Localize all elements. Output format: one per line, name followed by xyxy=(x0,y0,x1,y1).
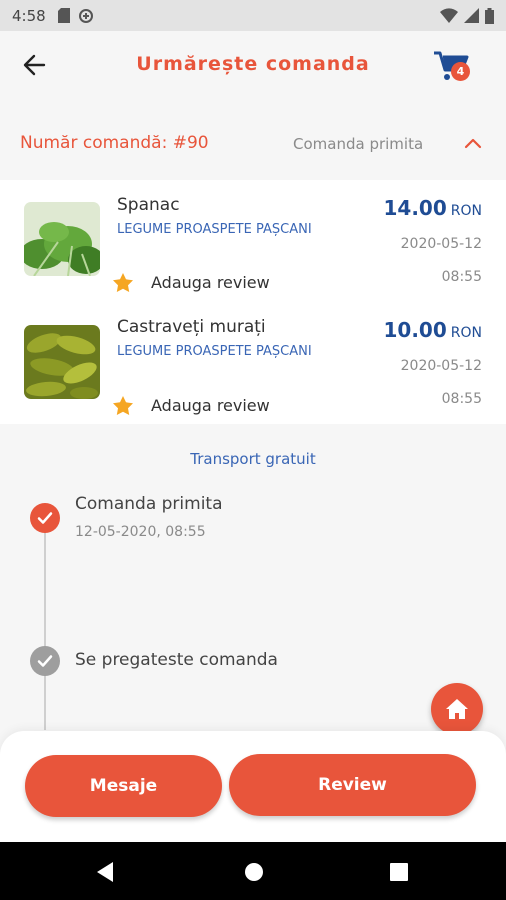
product-list: Spanac LEGUME PROASPETE PAȘCANI 14.00 RON… xyxy=(0,180,506,424)
product-vendor[interactable]: LEGUME PROASPETE PAȘCANI xyxy=(117,222,312,237)
star-icon xyxy=(113,396,133,415)
order-status: Comanda primita xyxy=(293,135,424,153)
product-item[interactable]: Castraveți murați LEGUME PROASPETE PAȘCA… xyxy=(0,302,506,424)
product-date: 2020-05-12 xyxy=(400,358,482,374)
check-pending-icon xyxy=(30,646,60,676)
price-currency: RON xyxy=(450,325,482,341)
status-bar: 4:58 xyxy=(0,0,506,31)
chevron-up-icon[interactable] xyxy=(463,135,483,151)
timeline-step-date: 12-05-2020, 08:55 xyxy=(75,524,206,540)
product-date: 2020-05-12 xyxy=(400,236,482,252)
product-price: 10.00 RON xyxy=(384,318,483,342)
order-number: Număr comandă: #90 xyxy=(20,133,209,153)
timeline-connector xyxy=(44,530,46,730)
add-review-link[interactable]: Adauga review xyxy=(113,396,270,415)
product-vendor[interactable]: LEGUME PROASPETE PAȘCANI xyxy=(117,344,312,359)
wifi-icon xyxy=(440,8,458,23)
product-time: 08:55 xyxy=(441,269,482,285)
order-header[interactable]: Număr comandă: #90 Comanda primita xyxy=(0,120,506,166)
product-price: 14.00 RON xyxy=(384,196,483,220)
status-time: 4:58 xyxy=(12,6,46,25)
star-icon xyxy=(113,273,133,292)
product-time: 08:55 xyxy=(441,391,482,407)
battery-icon xyxy=(485,7,494,24)
product-image-pickles xyxy=(24,325,100,399)
app-bar: Urmărește comanda xyxy=(0,31,506,99)
timeline-step-title: Comanda primita xyxy=(75,494,223,514)
review-button[interactable]: Review xyxy=(229,754,476,816)
product-name: Castraveți murați xyxy=(117,317,266,337)
cart-count-badge: 4 xyxy=(451,62,470,81)
price-currency: RON xyxy=(450,203,482,219)
price-value: 14.00 xyxy=(383,196,447,220)
system-nav-bar xyxy=(0,842,506,900)
add-review-label: Adauga review xyxy=(151,396,270,415)
product-name: Spanac xyxy=(117,195,180,215)
page-title: Urmărește comanda xyxy=(136,53,370,75)
messages-button[interactable]: Mesaje xyxy=(25,755,222,817)
bottom-action-panel: Mesaje Review xyxy=(0,731,506,842)
timeline-step-title: Se pregateste comanda xyxy=(75,650,278,670)
transport-info: Transport gratuit xyxy=(190,450,316,468)
add-review-link[interactable]: Adauga review xyxy=(113,273,270,292)
data-saver-icon xyxy=(78,8,93,23)
add-review-label: Adauga review xyxy=(151,273,270,292)
check-done-icon xyxy=(30,503,60,533)
signal-icon xyxy=(464,8,479,23)
product-item[interactable]: Spanac LEGUME PROASPETE PAȘCANI 14.00 RON… xyxy=(0,180,506,302)
nav-home-icon[interactable] xyxy=(244,862,264,882)
price-value: 10.00 xyxy=(383,318,447,342)
nav-recents-icon[interactable] xyxy=(390,863,408,881)
product-image-spinach xyxy=(24,202,100,276)
nav-back-icon[interactable] xyxy=(95,861,115,883)
sim-card-icon xyxy=(57,8,70,23)
home-icon xyxy=(446,699,468,719)
home-button[interactable] xyxy=(431,683,483,735)
